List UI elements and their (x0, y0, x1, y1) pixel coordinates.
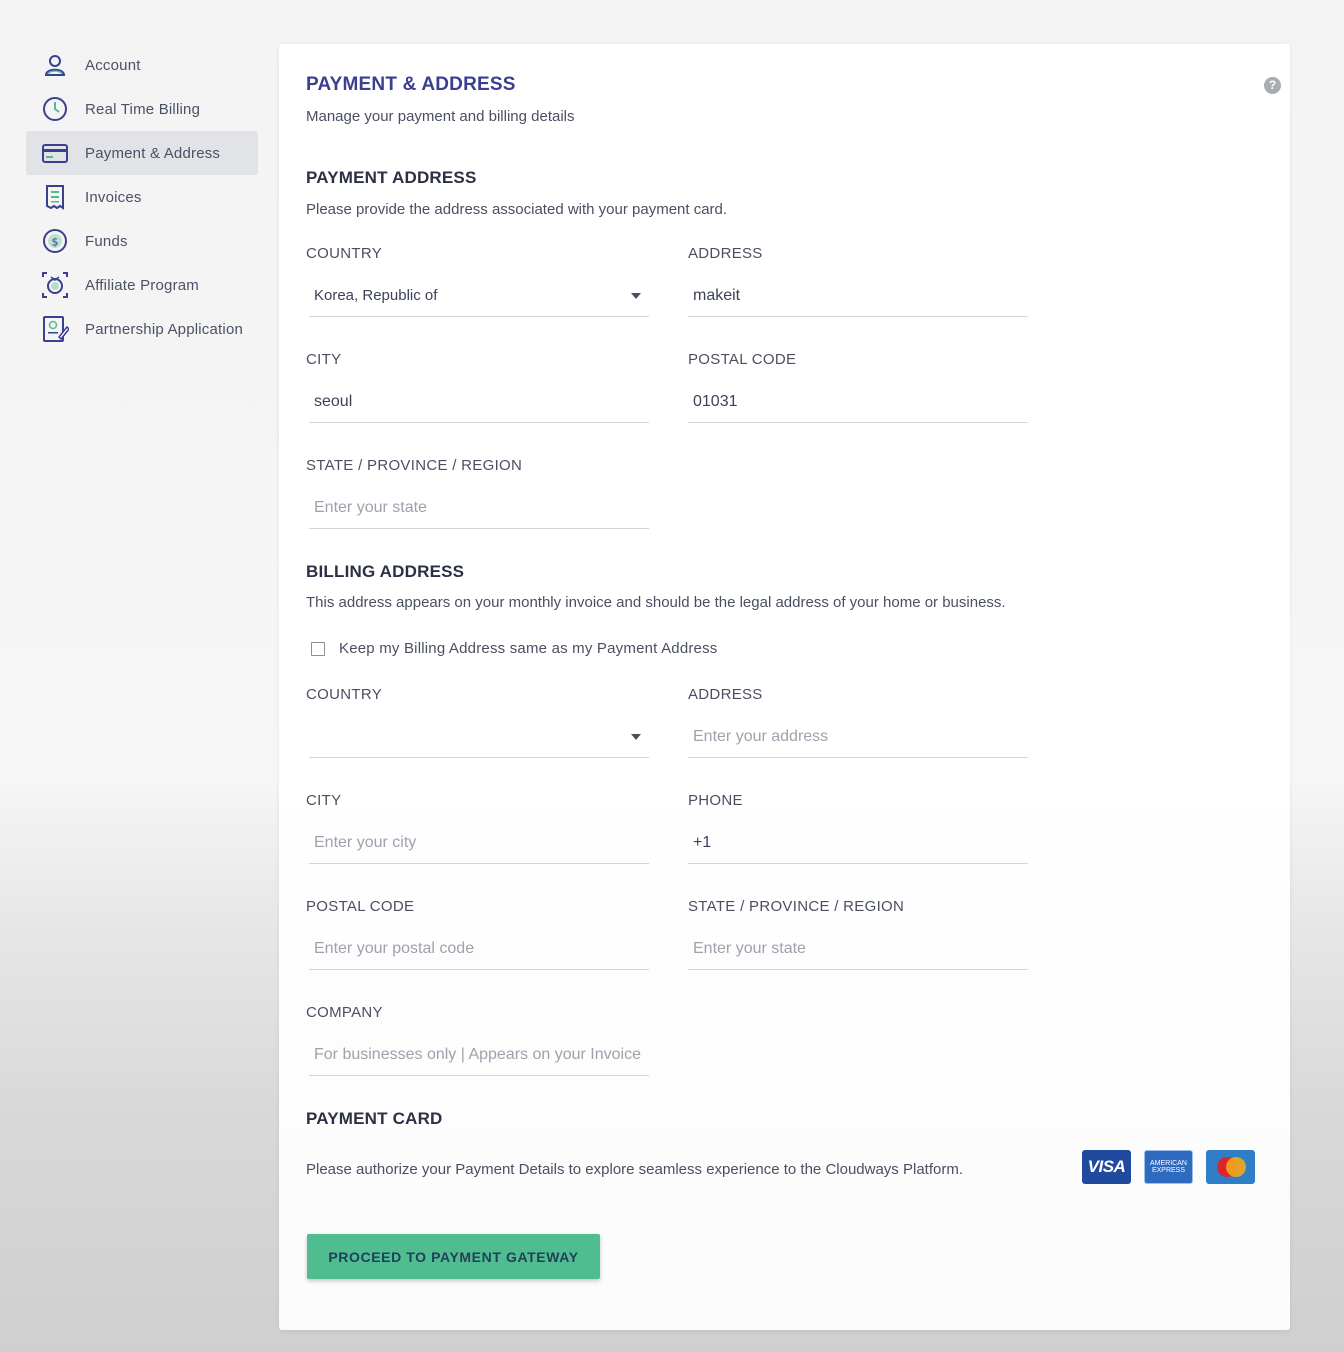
payment-country-label: COUNTRY (306, 245, 382, 262)
billing-phone-input[interactable] (693, 833, 1028, 852)
billing-company-input[interactable] (314, 1045, 649, 1064)
billing-postal-field[interactable] (309, 928, 649, 970)
mastercard-logo-icon (1206, 1150, 1255, 1184)
sidebar-item-affiliate-program[interactable]: Affiliate Program (26, 263, 258, 307)
application-form-icon (40, 314, 70, 344)
sidebar-item-funds[interactable]: $ Funds (26, 219, 258, 263)
payment-address-label: ADDRESS (688, 245, 763, 262)
receipt-icon (40, 182, 70, 212)
payment-address-input[interactable] (693, 286, 1028, 305)
payment-country-value: Korea, Republic of (314, 287, 438, 304)
payment-card-description: Please authorize your Payment Details to… (306, 1161, 963, 1178)
affiliate-icon (40, 270, 70, 300)
sidebar-item-label: Account (85, 56, 141, 74)
payment-city-label: CITY (306, 351, 342, 368)
credit-card-icon (40, 138, 70, 168)
chevron-down-icon (631, 734, 641, 740)
payment-country-select[interactable]: Korea, Republic of (309, 275, 649, 317)
billing-postal-label: POSTAL CODE (306, 898, 415, 915)
billing-state-field[interactable] (688, 928, 1028, 970)
billing-state-input[interactable] (693, 939, 1028, 958)
sidebar-item-label: Invoices (85, 188, 142, 206)
chevron-down-icon (631, 293, 641, 299)
billing-company-field[interactable] (309, 1034, 649, 1076)
billing-phone-label: PHONE (688, 792, 743, 809)
billing-postal-input[interactable] (314, 939, 649, 958)
payment-postal-input[interactable] (693, 392, 1028, 411)
amex-logo-text: AMERICAN EXPRESS (1150, 1160, 1187, 1174)
payment-postal-field[interactable] (688, 381, 1028, 423)
payment-address-card: PAYMENT & ADDRESS Manage your payment an… (279, 44, 1290, 1330)
dollar-coin-icon: $ (40, 226, 70, 256)
billing-city-field[interactable] (309, 822, 649, 864)
billing-address-field[interactable] (688, 716, 1028, 758)
amex-logo-icon: AMERICAN EXPRESS (1144, 1150, 1193, 1184)
page-subtitle: Manage your payment and billing details (306, 108, 575, 125)
sidebar-item-partnership-application[interactable]: Partnership Application (26, 307, 258, 351)
card-logos: VISA AMERICAN EXPRESS (1082, 1150, 1255, 1184)
help-icon[interactable]: ? (1264, 77, 1281, 94)
sidebar-item-label: Real Time Billing (85, 100, 201, 118)
payment-address-title: PAYMENT ADDRESS (306, 168, 477, 187)
billing-city-input[interactable] (314, 833, 649, 852)
sidebar-item-invoices[interactable]: Invoices (26, 175, 258, 219)
proceed-to-payment-gateway-button[interactable]: PROCEED TO PAYMENT GATEWAY (307, 1234, 600, 1279)
sidebar: Account Real Time Billing Payment & Addr… (26, 43, 258, 351)
payment-state-label: STATE / PROVINCE / REGION (306, 457, 523, 474)
payment-postal-label: POSTAL CODE (688, 351, 797, 368)
same-address-checkbox-row[interactable]: Keep my Billing Address same as my Payme… (311, 640, 718, 657)
sidebar-item-label: Funds (85, 232, 128, 250)
billing-country-label: COUNTRY (306, 686, 382, 703)
billing-address-input[interactable] (693, 727, 1028, 746)
visa-logo-icon: VISA (1082, 1150, 1131, 1184)
payment-city-input[interactable] (314, 392, 649, 411)
clock-icon (40, 94, 70, 124)
billing-country-select[interactable] (309, 716, 649, 758)
billing-phone-field[interactable] (688, 822, 1028, 864)
billing-city-label: CITY (306, 792, 342, 809)
user-icon (40, 50, 70, 80)
sidebar-item-label: Affiliate Program (85, 276, 200, 294)
billing-state-label: STATE / PROVINCE / REGION (688, 898, 905, 915)
sidebar-item-payment-address[interactable]: Payment & Address (26, 131, 258, 175)
billing-address-title: BILLING ADDRESS (306, 562, 465, 581)
payment-city-field[interactable] (309, 381, 649, 423)
sidebar-item-label: Partnership Application (85, 320, 244, 338)
page-title: PAYMENT & ADDRESS (306, 74, 516, 95)
billing-company-label: COMPANY (306, 1004, 383, 1021)
sidebar-item-label: Payment & Address (85, 144, 221, 162)
sidebar-item-account[interactable]: Account (26, 43, 258, 87)
billing-address-label: ADDRESS (688, 686, 763, 703)
billing-address-description: This address appears on your monthly inv… (306, 594, 1006, 611)
same-address-checkbox-label: Keep my Billing Address same as my Payme… (339, 640, 718, 657)
payment-address-description: Please provide the address associated wi… (306, 201, 728, 218)
same-address-checkbox[interactable] (311, 641, 325, 656)
payment-address-field[interactable] (688, 275, 1028, 317)
payment-card-title: PAYMENT CARD (306, 1109, 443, 1128)
sidebar-item-real-time-billing[interactable]: Real Time Billing (26, 87, 258, 131)
svg-text:$: $ (52, 236, 59, 249)
payment-state-input[interactable] (314, 498, 649, 517)
payment-state-field[interactable] (309, 487, 649, 529)
